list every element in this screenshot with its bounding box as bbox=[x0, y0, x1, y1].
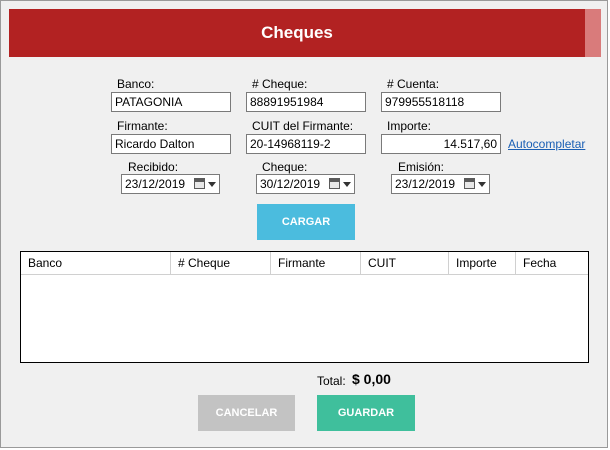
recibido-date-value: 23/12/2019 bbox=[125, 177, 186, 191]
emision-label: Emisión: bbox=[398, 160, 445, 174]
cheque-date-value: 30/12/2019 bbox=[260, 177, 321, 191]
chevron-down-icon[interactable] bbox=[208, 182, 216, 187]
table-header: Banco # Cheque Firmante CUIT Importe Fec… bbox=[21, 252, 588, 275]
column-header-firmante[interactable]: Firmante bbox=[271, 252, 361, 274]
calendar-icon[interactable] bbox=[329, 178, 340, 189]
calendar-icon[interactable] bbox=[194, 178, 205, 189]
total-value: $ 0,00 bbox=[352, 371, 391, 387]
numero-cuenta-label: # Cuenta: bbox=[387, 77, 440, 91]
cheques-window: Cheques Banco: PATAGONIA # Cheque: 88891… bbox=[0, 0, 608, 448]
column-header-cuit[interactable]: CUIT bbox=[361, 252, 449, 274]
importe-label: Importe: bbox=[387, 119, 432, 133]
cheque-date-picker[interactable]: 30/12/2019 bbox=[256, 174, 355, 194]
cheques-table[interactable]: Banco # Cheque Firmante CUIT Importe Fec… bbox=[20, 251, 589, 363]
banco-label: Banco: bbox=[117, 77, 155, 91]
cargar-button[interactable]: CARGAR bbox=[257, 204, 355, 240]
cheque-fecha-label: Cheque: bbox=[262, 160, 308, 174]
chevron-down-icon[interactable] bbox=[478, 182, 486, 187]
importe-input[interactable]: 14.517,60 bbox=[381, 134, 501, 154]
numero-cuenta-input[interactable]: 979955518118 bbox=[381, 92, 501, 112]
banco-input[interactable]: PATAGONIA bbox=[111, 92, 231, 112]
total-label: Total: bbox=[317, 374, 346, 388]
numero-cheque-input[interactable]: 88891951984 bbox=[246, 92, 366, 112]
emision-date-value: 23/12/2019 bbox=[395, 177, 456, 191]
calendar-icon[interactable] bbox=[464, 178, 475, 189]
title-bar-edge bbox=[585, 9, 601, 57]
recibido-label: Recibido: bbox=[128, 160, 179, 174]
cuit-firmante-label: CUIT del Firmante: bbox=[252, 119, 354, 133]
column-header-cheque[interactable]: # Cheque bbox=[171, 252, 271, 274]
numero-cheque-label: # Cheque: bbox=[252, 77, 308, 91]
title-bar: Cheques bbox=[9, 9, 585, 57]
cuit-firmante-input[interactable]: 20-14968119-2 bbox=[246, 134, 366, 154]
guardar-button[interactable]: GUARDAR bbox=[317, 395, 415, 431]
recibido-date-picker[interactable]: 23/12/2019 bbox=[121, 174, 220, 194]
column-header-banco[interactable]: Banco bbox=[21, 252, 171, 274]
firmante-label: Firmante: bbox=[117, 119, 168, 133]
chevron-down-icon[interactable] bbox=[343, 182, 351, 187]
firmante-input[interactable]: Ricardo Dalton bbox=[111, 134, 231, 154]
cancelar-button[interactable]: CANCELAR bbox=[198, 395, 295, 431]
window-title: Cheques bbox=[261, 23, 333, 42]
autocompletar-link[interactable]: Autocompletar bbox=[508, 137, 585, 151]
emision-date-picker[interactable]: 23/12/2019 bbox=[391, 174, 490, 194]
column-header-importe[interactable]: Importe bbox=[449, 252, 516, 274]
column-header-fecha[interactable]: Fecha bbox=[516, 252, 588, 274]
